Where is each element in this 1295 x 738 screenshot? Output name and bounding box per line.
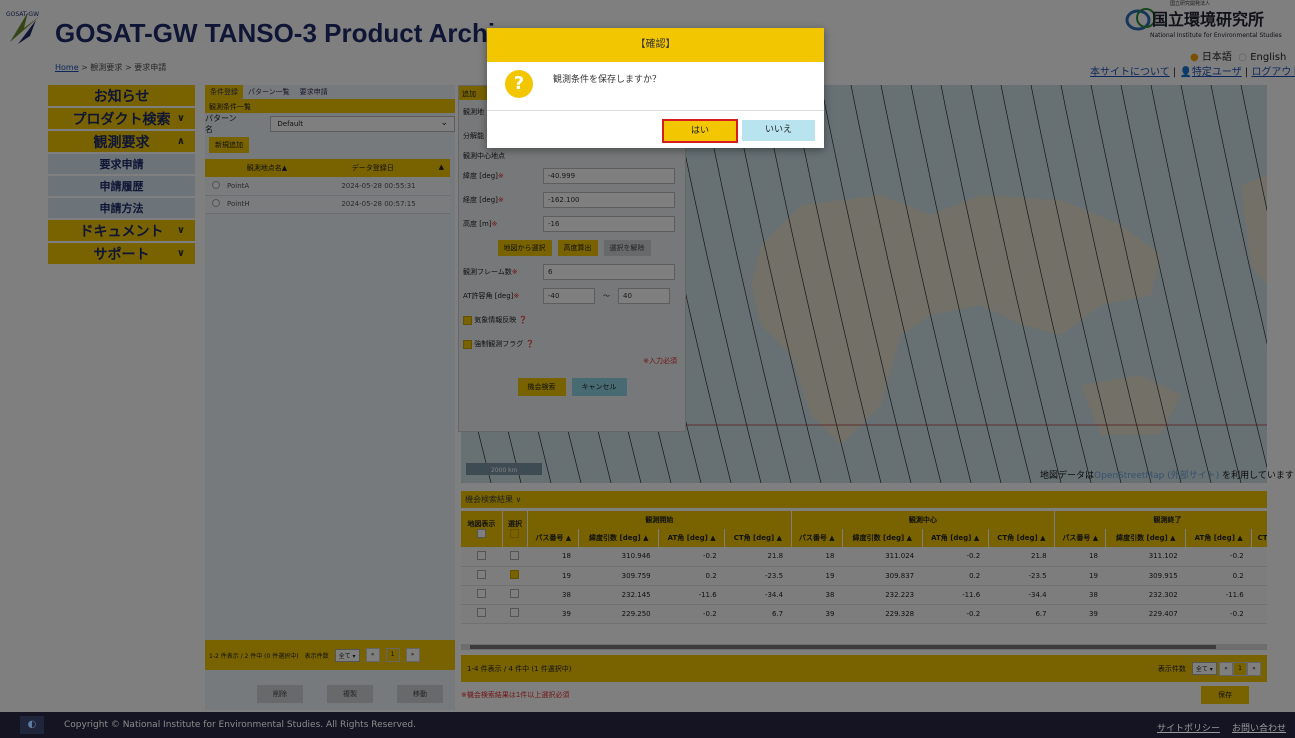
dialog-message: 観測条件を保存しますか？ [553, 75, 662, 85]
confirm-yes-button[interactable]: はい [662, 119, 738, 143]
confirm-no-button[interactable]: いいえ [742, 120, 815, 141]
footer-overlay [0, 712, 1295, 738]
confirm-dialog: 【確認】 ? 観測条件を保存しますか？ はい いいえ [487, 28, 824, 148]
question-icon: ? [505, 70, 533, 98]
dialog-divider [487, 110, 824, 111]
dialog-title: 【確認】 [487, 28, 824, 62]
